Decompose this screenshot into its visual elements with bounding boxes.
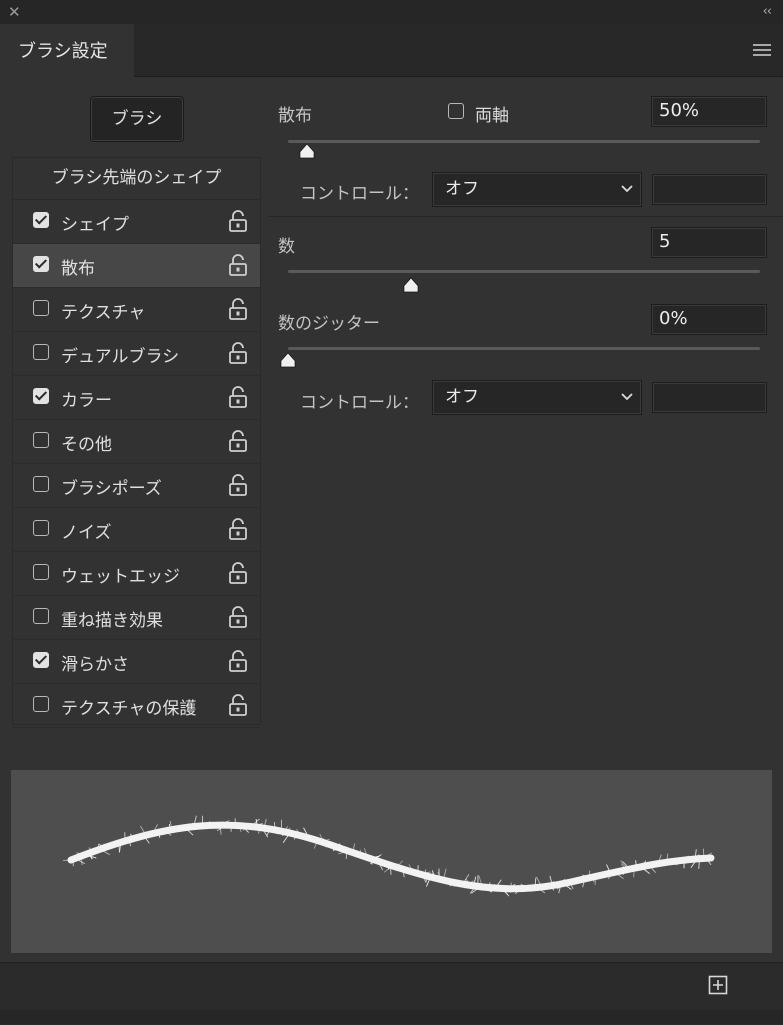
brush-options-list: ブラシ先端のシェイプ シェイプ散布テクスチャデュアルブラシカラーその他ブラシポー… [12,157,261,725]
tab-label: ブラシ設定 [18,37,108,63]
list-item[interactable]: テクスチャ [13,288,260,332]
brush-tip-shape-item[interactable]: ブラシ先端のシェイプ [13,158,260,200]
unlock-icon[interactable] [228,429,248,453]
list-item[interactable]: 滑らかさ [13,640,260,684]
list-item[interactable]: その他 [13,420,260,464]
hamburger-menu-icon[interactable] [753,44,771,59]
collapse-panel-icon[interactable]: ‹‹ [763,3,771,21]
count-jitter-slider-track[interactable] [288,347,760,350]
option-checkbox[interactable] [33,344,49,360]
scatter-control-field[interactable] [652,174,767,205]
option-label: デュアルブラシ [61,342,179,367]
option-label: 滑らかさ [61,650,129,675]
list-item[interactable]: 散布 [13,244,260,288]
tab-brush-settings[interactable]: ブラシ設定 [0,24,134,77]
scatter-control-label: コントロール： [300,179,419,204]
option-checkbox[interactable] [33,300,49,316]
option-checkbox[interactable] [33,256,49,272]
count-jitter-control-label: コントロール： [300,388,419,413]
count-slider-track[interactable] [288,270,760,273]
brush-stroke-preview [11,770,772,953]
option-label: テクスチャ [61,298,145,323]
scatter-value-field[interactable]: 50% [651,96,767,127]
option-label: ウェットエッジ [61,562,180,587]
unlock-icon[interactable] [228,341,248,365]
unlock-icon[interactable] [228,209,248,233]
unlock-icon[interactable] [228,605,248,629]
count-label: 数 [278,232,295,257]
option-label: ノイズ [61,518,112,543]
option-label: テクスチャの保護 [61,694,196,719]
list-item[interactable]: デュアルブラシ [13,332,260,376]
scatter-control-dropdown[interactable]: オフ [432,172,642,207]
chevron-down-icon [621,185,633,193]
count-value-field[interactable]: 5 [651,227,767,258]
chevron-down-icon [621,393,633,401]
unlock-icon[interactable] [228,561,248,585]
close-icon[interactable]: ✕ [8,3,21,21]
section-divider [268,216,783,217]
count-jitter-control-dropdown[interactable]: オフ [432,380,642,415]
unlock-icon[interactable] [228,649,248,673]
unlock-icon[interactable] [228,385,248,409]
both-axes-checkbox[interactable] [448,103,464,119]
option-label: その他 [61,430,112,455]
unlock-icon[interactable] [228,517,248,541]
brush-button[interactable]: ブラシ [90,96,184,142]
option-checkbox[interactable] [33,696,49,712]
option-label: 散布 [61,254,95,279]
list-item[interactable]: シェイプ [13,200,260,244]
option-checkbox[interactable] [33,608,49,624]
count-jitter-slider-thumb[interactable] [278,352,298,368]
count-slider-thumb[interactable] [401,277,421,293]
list-item[interactable]: カラー [13,376,260,420]
option-checkbox[interactable] [33,388,49,404]
unlock-icon[interactable] [228,473,248,497]
unlock-icon[interactable] [228,297,248,321]
brush-stroke-preview-image [11,770,772,953]
option-label: シェイプ [61,210,129,235]
list-item[interactable]: ノイズ [13,508,260,552]
option-checkbox[interactable] [33,652,49,668]
count-jitter-value-field[interactable]: 0% [651,304,767,335]
scatter-slider-thumb[interactable] [297,143,317,159]
option-label: カラー [61,386,112,411]
list-item[interactable]: 重ね描き効果 [13,596,260,640]
count-jitter-control-value: オフ [445,387,479,407]
option-checkbox[interactable] [33,432,49,448]
option-checkbox[interactable] [33,520,49,536]
list-item[interactable]: ウェットエッジ [13,552,260,596]
scatter-slider-track[interactable] [288,140,760,143]
scatter-control-value: オフ [445,179,479,199]
count-jitter-control-field[interactable] [652,382,767,413]
option-checkbox[interactable] [33,564,49,580]
list-item[interactable]: テクスチャの保護 [13,684,260,728]
both-axes-label: 両軸 [475,101,509,126]
resize-grip[interactable] [0,1010,783,1024]
option-label: ブラシポーズ [61,474,162,499]
new-brush-icon[interactable] [708,975,728,995]
unlock-icon[interactable] [228,253,248,277]
option-label: 重ね描き効果 [61,606,163,631]
option-checkbox[interactable] [33,476,49,492]
scatter-label: 散布 [278,101,312,126]
option-checkbox[interactable] [33,212,49,228]
panel-title-strip [0,0,783,24]
list-item[interactable]: ブラシポーズ [13,464,260,508]
unlock-icon[interactable] [228,693,248,717]
count-jitter-label: 数のジッター [278,309,380,334]
